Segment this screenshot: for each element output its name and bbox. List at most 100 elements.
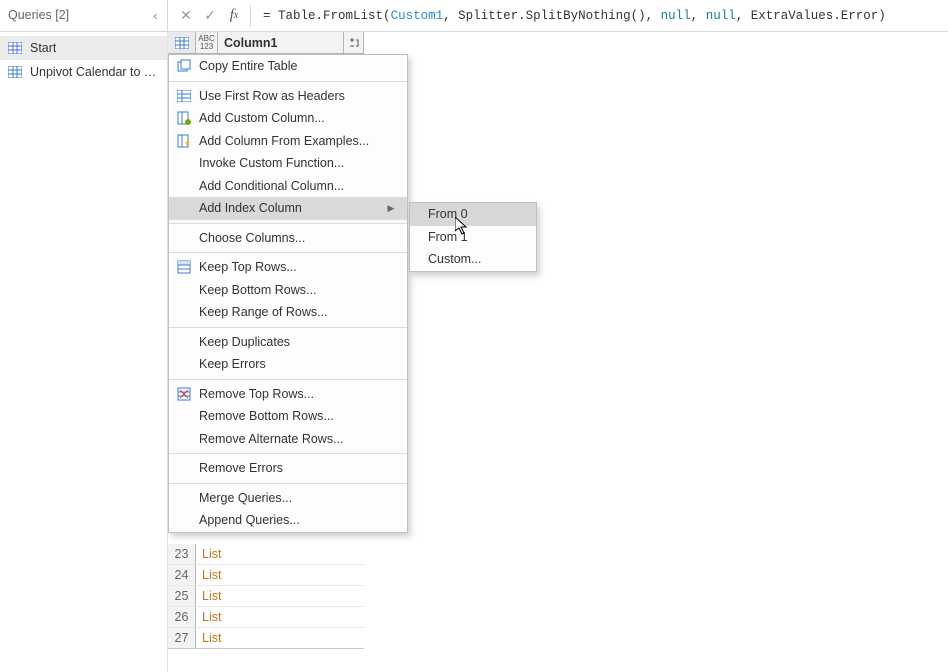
menu-item[interactable]: Remove Bottom Rows...: [169, 405, 407, 428]
column-expand-icon[interactable]: [343, 32, 363, 53]
menu-item[interactable]: Keep Errors: [169, 353, 407, 376]
blank-icon: [169, 487, 199, 510]
menu-item[interactable]: Append Queries...: [169, 509, 407, 532]
queries-pane-header: Queries [2] ‹: [0, 0, 168, 32]
table-row[interactable]: 25List: [168, 586, 364, 607]
menu-item-label: Append Queries...: [199, 513, 397, 527]
query-item[interactable]: Unpivot Calendar to T...: [0, 60, 167, 84]
table-row[interactable]: 27List: [168, 628, 364, 649]
blank-icon: [169, 279, 199, 302]
row-number: 24: [168, 565, 196, 585]
menu-item[interactable]: Keep Duplicates: [169, 331, 407, 354]
data-grid-area: ABC123 Column1 23List24List25List26List2…: [168, 32, 948, 672]
menu-item[interactable]: Keep Bottom Rows...: [169, 279, 407, 302]
table-icon: [169, 85, 199, 108]
menu-item-label: Use First Row as Headers: [199, 89, 397, 103]
cell-value: List: [196, 628, 364, 648]
blank-icon: [169, 175, 199, 198]
menu-item[interactable]: Invoke Custom Function...: [169, 152, 407, 175]
cell-value: List: [196, 607, 364, 627]
row-number: 27: [168, 628, 196, 648]
submenu-item-label: Custom...: [428, 252, 482, 266]
submenu-item[interactable]: Custom...: [410, 248, 536, 271]
menu-item-label: Keep Range of Rows...: [199, 305, 397, 319]
queries-header-label: Queries [2]: [8, 8, 69, 22]
menu-item[interactable]: Remove Top Rows...: [169, 383, 407, 406]
menu-separator: [169, 483, 407, 484]
menu-item-label: Merge Queries...: [199, 491, 397, 505]
menu-item[interactable]: Copy Entire Table: [169, 55, 407, 78]
menu-separator: [169, 81, 407, 82]
table-row[interactable]: 24List: [168, 565, 364, 586]
keep-rows-icon: [169, 256, 199, 279]
submenu-item-label: From 1: [428, 230, 468, 244]
menu-item-label: Choose Columns...: [199, 231, 397, 245]
blank-icon: [169, 331, 199, 354]
fx-icon[interactable]: fx: [224, 6, 244, 26]
column-type-icon[interactable]: ABC123: [196, 32, 218, 53]
submenu-item-label: From 0: [428, 207, 468, 221]
menu-item-label: Add Index Column: [199, 201, 385, 215]
row-number: 26: [168, 607, 196, 627]
menu-item[interactable]: Remove Alternate Rows...: [169, 428, 407, 451]
menu-separator: [169, 252, 407, 253]
formula-input[interactable]: = Table.FromList(Custom1, Splitter.Split…: [255, 9, 886, 23]
menu-item-label: Keep Duplicates: [199, 335, 397, 349]
menu-item-label: Remove Bottom Rows...: [199, 409, 397, 423]
column-header[interactable]: ABC123 Column1: [168, 32, 364, 54]
submenu-item[interactable]: From 0: [410, 203, 536, 226]
table-row[interactable]: 23List: [168, 544, 364, 565]
cell-value: List: [196, 565, 364, 585]
menu-item-label: Remove Alternate Rows...: [199, 432, 397, 446]
cell-value: List: [196, 544, 364, 564]
menu-item-label: Remove Errors: [199, 461, 397, 475]
menu-item[interactable]: Keep Range of Rows...: [169, 301, 407, 324]
copy-icon: [169, 55, 199, 78]
menu-item[interactable]: Merge Queries...: [169, 487, 407, 510]
separator: [250, 5, 251, 27]
blank-icon: [169, 353, 199, 376]
menu-item[interactable]: Use First Row as Headers: [169, 85, 407, 108]
menu-item-label: Keep Top Rows...: [199, 260, 397, 274]
blank-icon: [169, 405, 199, 428]
menu-item[interactable]: Add Conditional Column...: [169, 175, 407, 198]
blank-icon: [169, 428, 199, 451]
menu-item[interactable]: Keep Top Rows...: [169, 256, 407, 279]
menu-item-label: Remove Top Rows...: [199, 387, 397, 401]
column-star-icon: [169, 130, 199, 153]
menu-item[interactable]: Add Column From Examples...: [169, 130, 407, 153]
menu-item-label: Add Column From Examples...: [199, 134, 397, 148]
collapse-pane-icon[interactable]: ‹: [151, 8, 159, 23]
cell-value: List: [196, 586, 364, 606]
menu-item-label: Add Conditional Column...: [199, 179, 397, 193]
menu-item[interactable]: Remove Errors: [169, 457, 407, 480]
table-corner-icon[interactable]: [168, 32, 196, 53]
formula-bar-row: Queries [2] ‹ ✕ ✓ fx = Table.FromList(Cu…: [0, 0, 948, 32]
menu-separator: [169, 379, 407, 380]
menu-item[interactable]: Choose Columns...: [169, 227, 407, 250]
commit-formula-icon[interactable]: ✓: [200, 6, 220, 26]
query-item[interactable]: Start: [0, 36, 167, 60]
column-name: Column1: [218, 36, 343, 50]
submenu-arrow-icon: ▶: [385, 203, 397, 214]
menu-item[interactable]: Add Index Column▶: [169, 197, 407, 220]
blank-icon: [169, 301, 199, 324]
menu-item-label: Add Custom Column...: [199, 111, 397, 125]
menu-separator: [169, 327, 407, 328]
query-item-label: Start: [30, 41, 56, 55]
table-row[interactable]: 26List: [168, 607, 364, 628]
cancel-formula-icon[interactable]: ✕: [176, 6, 196, 26]
menu-item[interactable]: Add Custom Column...: [169, 107, 407, 130]
menu-item-label: Copy Entire Table: [199, 59, 397, 73]
submenu-item[interactable]: From 1: [410, 226, 536, 249]
remove-rows-icon: [169, 383, 199, 406]
table-context-menu: Copy Entire Table Use First Row as Header…: [168, 54, 408, 533]
row-number: 25: [168, 586, 196, 606]
formula-tools: ✕ ✓ fx: [168, 6, 250, 26]
row-number: 23: [168, 544, 196, 564]
blank-icon: [169, 152, 199, 175]
add-index-column-submenu: From 0 From 1 Custom...: [409, 202, 537, 272]
blank-icon: [169, 509, 199, 532]
query-item-label: Unpivot Calendar to T...: [30, 65, 159, 79]
menu-separator: [169, 223, 407, 224]
